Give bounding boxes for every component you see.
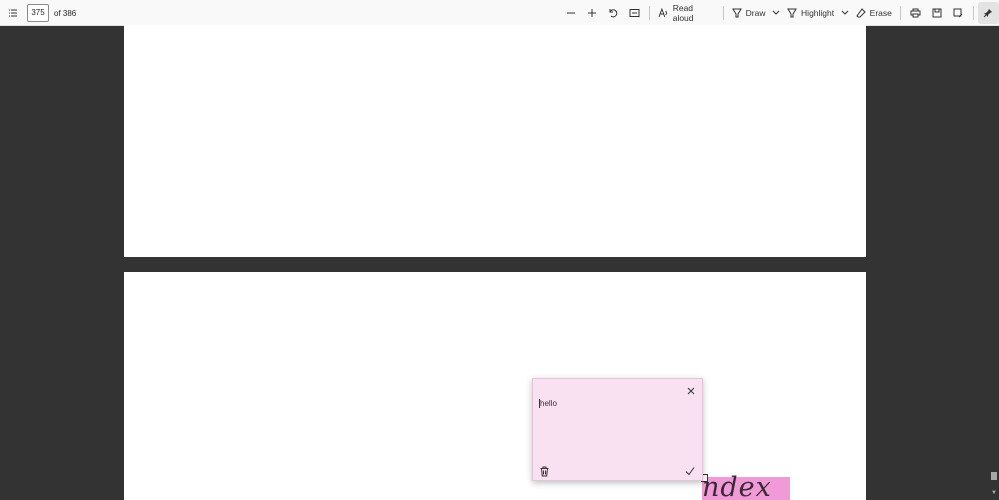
zoom-in-icon <box>587 9 596 17</box>
contents-icon <box>9 9 17 17</box>
save-icon <box>932 8 942 18</box>
fit-page-button[interactable] <box>624 2 645 24</box>
read-aloud-label: Read aloud <box>672 3 694 23</box>
print-icon <box>910 8 921 18</box>
read-aloud-icon <box>658 8 668 18</box>
highlight-options-button[interactable] <box>838 2 852 24</box>
sticky-note[interactable]: hello <box>532 378 703 481</box>
fit-page-icon <box>629 9 640 17</box>
toolbar-separator <box>649 6 651 20</box>
note-delete-button[interactable] <box>539 464 550 477</box>
pin-icon <box>983 9 993 18</box>
save-as-icon <box>953 8 963 18</box>
rotate-icon <box>609 9 618 18</box>
read-aloud-button[interactable]: Read aloud <box>654 2 719 24</box>
draw-button[interactable]: Draw <box>728 2 770 24</box>
print-button[interactable] <box>905 2 926 24</box>
checkmark-icon <box>685 467 695 476</box>
pin-toolbar-button[interactable] <box>977 2 999 24</box>
zoom-out-icon <box>566 12 575 14</box>
chevron-down-icon <box>772 10 780 15</box>
draw-icon <box>731 8 742 18</box>
note-text-input[interactable]: hello <box>539 399 557 408</box>
page-total-label: of 386 <box>54 9 77 18</box>
save-button[interactable] <box>926 2 947 24</box>
chevron-down-icon <box>841 10 849 15</box>
zoom-out-button[interactable] <box>560 2 581 24</box>
erase-icon <box>856 8 866 18</box>
draw-label: Draw <box>745 8 766 18</box>
toolbar-separator <box>972 6 974 20</box>
document-page <box>124 25 866 257</box>
zoom-in-button[interactable] <box>581 2 602 24</box>
draw-options-button[interactable] <box>770 2 784 24</box>
document-page: ndex <box>124 272 866 500</box>
rotate-button[interactable] <box>603 2 624 24</box>
toolbar-separator <box>722 6 724 20</box>
scrollbar-thumb[interactable] <box>991 472 997 480</box>
toolbar-actions: Read aloud Draw Highlight Erase <box>560 2 999 24</box>
trash-icon <box>540 466 549 477</box>
highlight-label: Highlight <box>801 8 835 18</box>
note-confirm-button[interactable] <box>684 464 696 476</box>
note-close-button[interactable] <box>685 384 697 396</box>
contents-button[interactable] <box>2 2 24 24</box>
scroll-down-arrow[interactable]: ▼ <box>991 490 997 496</box>
toolbar-separator <box>899 6 901 20</box>
highlight-button[interactable]: Highlight <box>783 2 838 24</box>
page-number-input[interactable]: 375 <box>27 4 49 22</box>
toolbar: 375 of 386 Read aloud Draw Highlight Era… <box>0 0 999 26</box>
erase-label: Erase <box>869 8 892 18</box>
close-icon <box>687 387 695 395</box>
save-as-button[interactable] <box>947 2 968 24</box>
erase-button[interactable]: Erase <box>852 2 896 24</box>
highlighted-text: ndex <box>702 472 772 500</box>
highlight-icon <box>787 8 797 18</box>
